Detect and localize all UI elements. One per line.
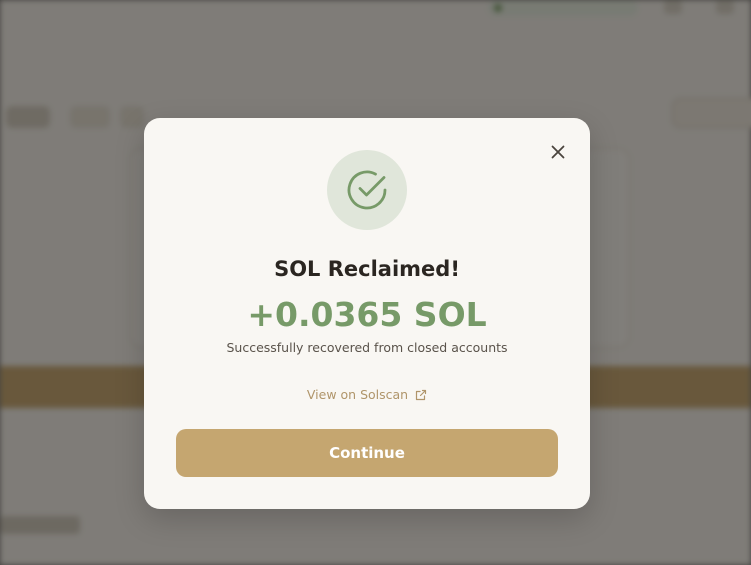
check-circle-icon	[347, 170, 387, 210]
continue-button[interactable]: Continue	[176, 429, 558, 477]
external-link-icon	[415, 389, 427, 400]
sol-reclaimed-modal: SOL Reclaimed! +0.0365 SOL Successfully …	[144, 118, 590, 509]
modal-subtitle: Successfully recovered from closed accou…	[226, 340, 508, 355]
solscan-link-label: View on Solscan	[306, 387, 409, 402]
modal-title: SOL Reclaimed!	[274, 257, 460, 281]
close-button[interactable]	[546, 140, 570, 164]
reclaimed-amount: +0.0365 SOL	[247, 295, 487, 334]
success-badge	[327, 150, 407, 230]
view-on-solscan-link[interactable]: View on Solscan	[144, 387, 590, 402]
close-icon	[551, 145, 565, 159]
